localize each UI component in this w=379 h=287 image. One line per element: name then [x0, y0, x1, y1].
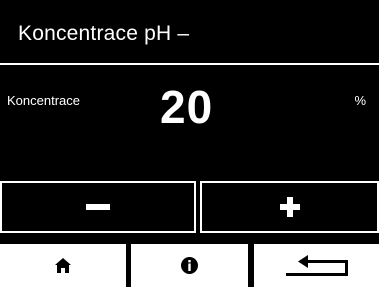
- increase-button[interactable]: [200, 181, 379, 233]
- home-icon: [55, 258, 71, 273]
- title-divider: [0, 63, 379, 65]
- page-title: Koncentrace pH –: [18, 22, 190, 45]
- decrease-button[interactable]: [0, 181, 196, 233]
- unit-label: %: [354, 93, 366, 108]
- info-button[interactable]: [131, 244, 248, 287]
- minus-icon: [86, 204, 110, 210]
- plus-icon: [279, 197, 300, 217]
- info-icon: [181, 257, 198, 274]
- value-label: Koncentrace: [7, 93, 80, 108]
- back-button[interactable]: [254, 244, 379, 287]
- home-button[interactable]: [0, 244, 126, 287]
- concentration-value: 20: [160, 81, 214, 133]
- return-arrow-icon: [285, 254, 348, 276]
